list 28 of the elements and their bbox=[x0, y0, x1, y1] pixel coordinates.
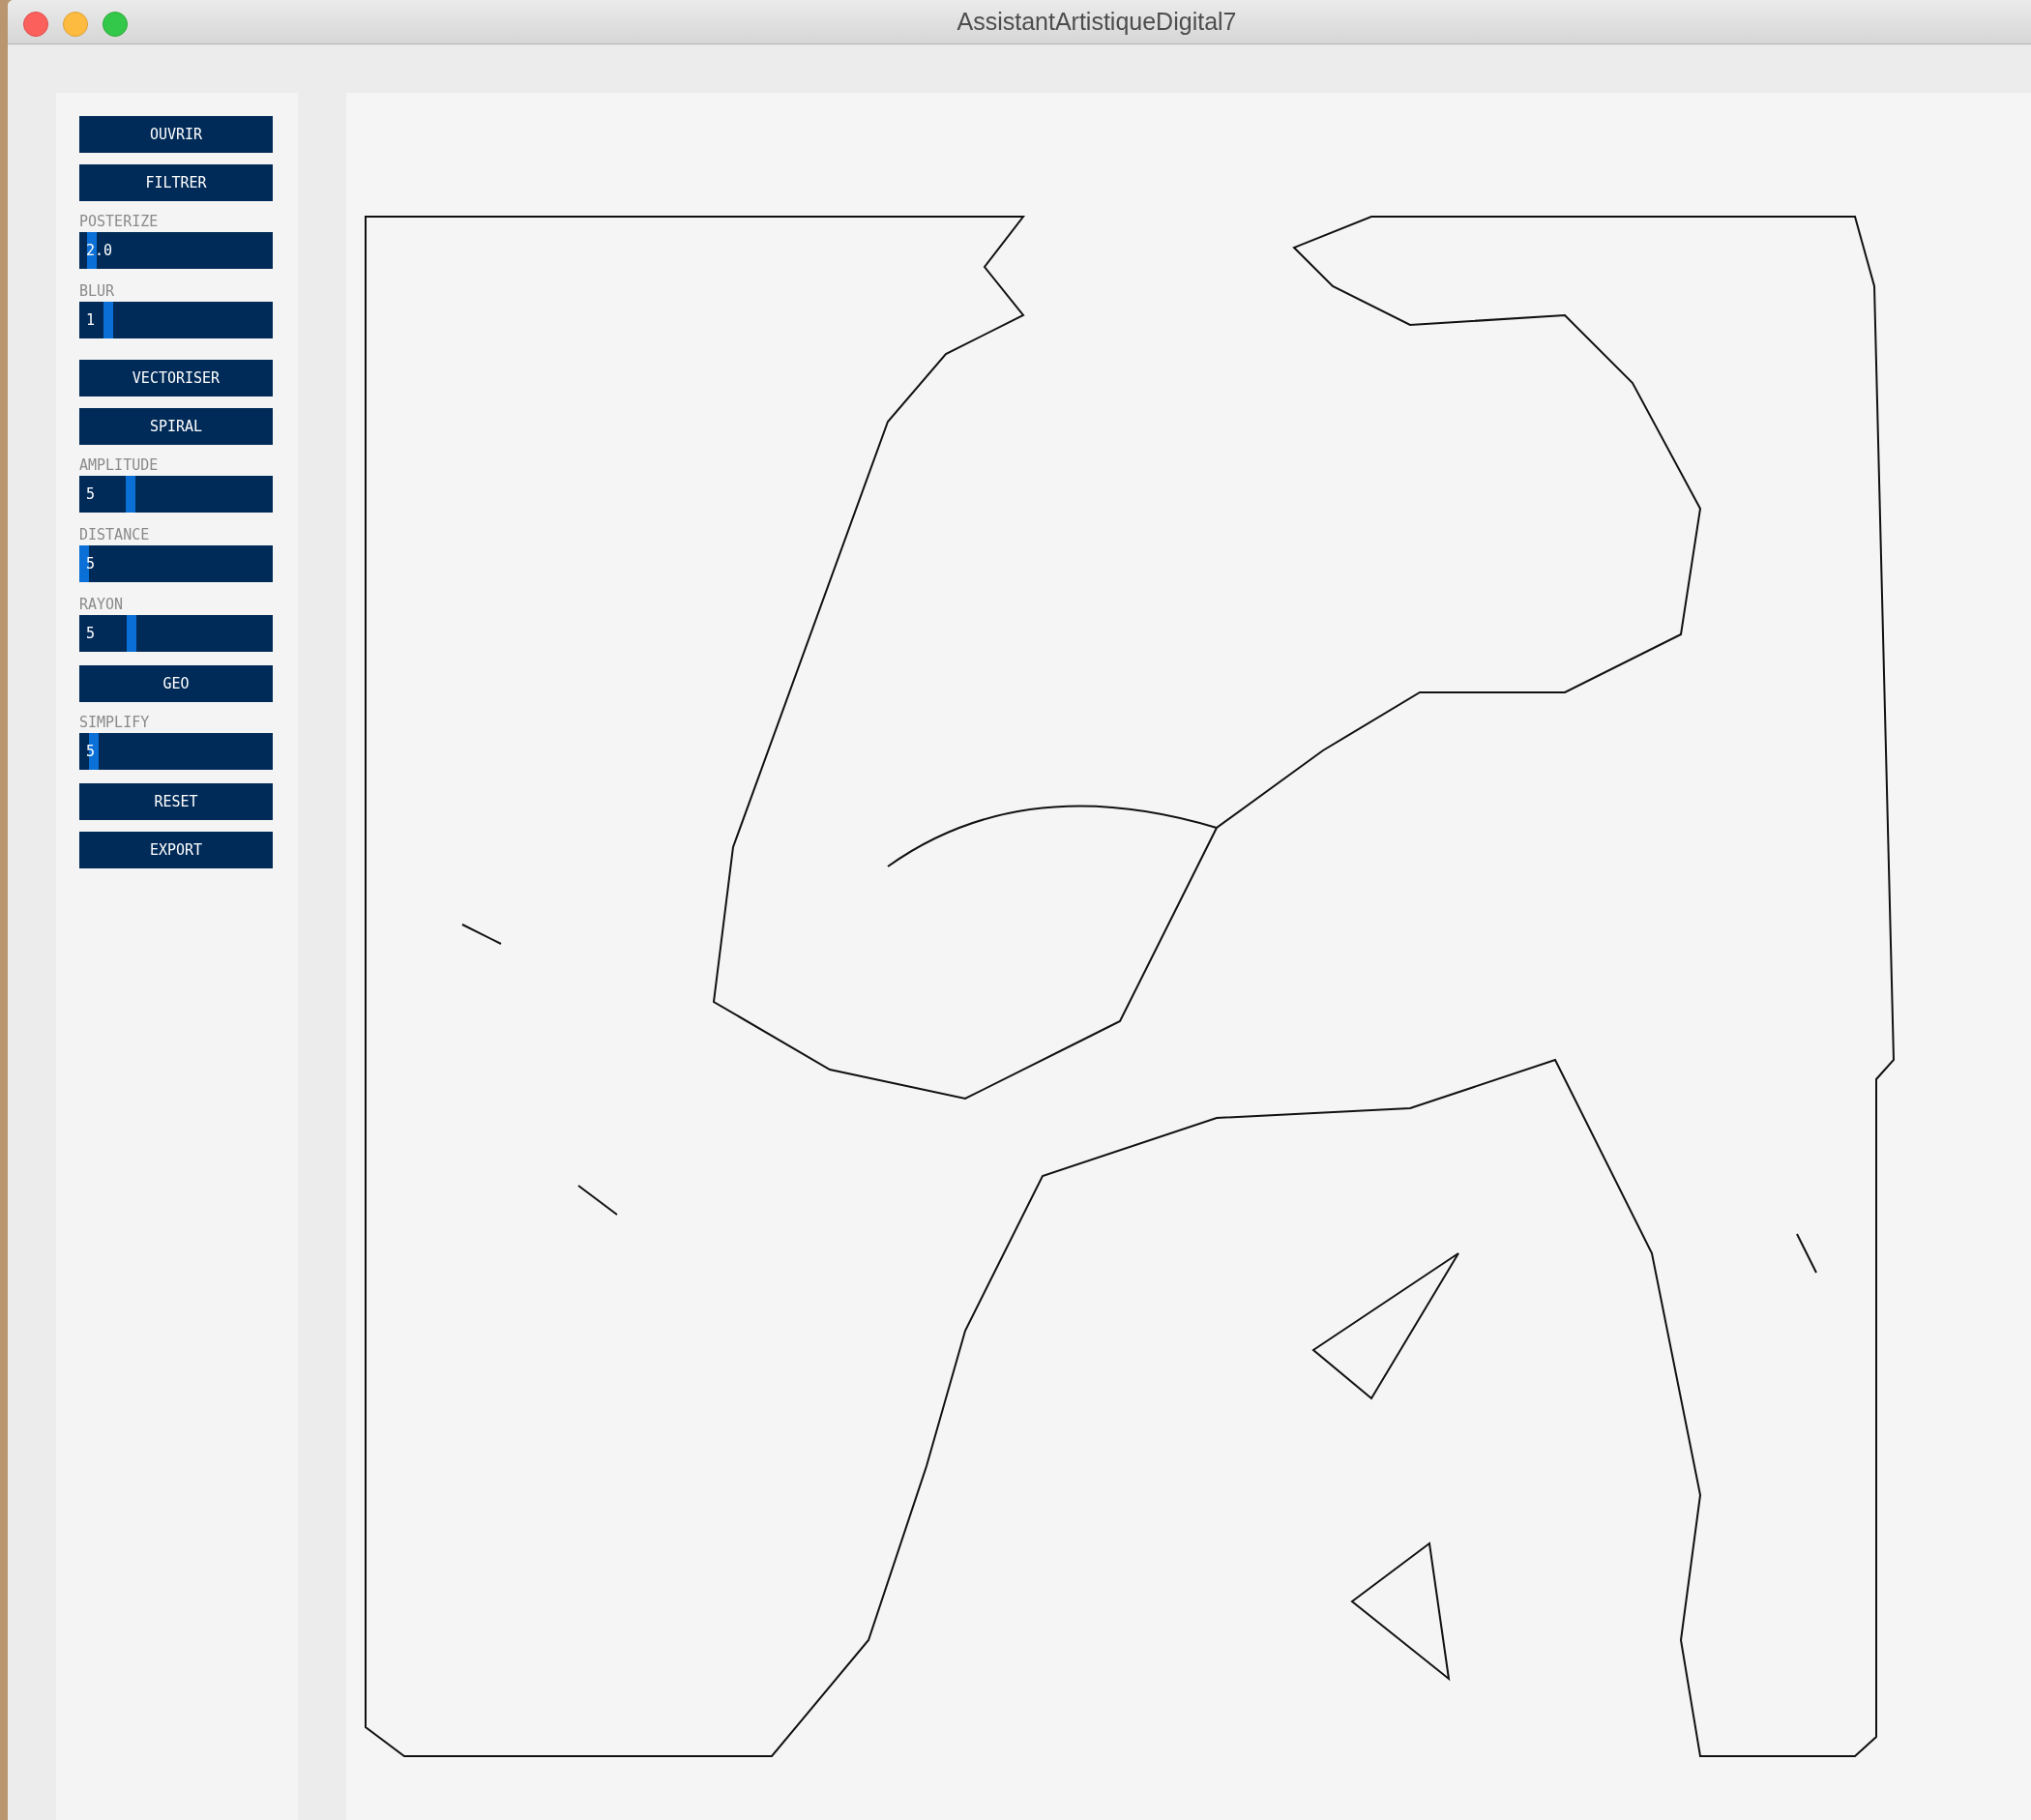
slider[interactable]: 5 bbox=[79, 615, 273, 652]
action-button[interactable]: RESET bbox=[79, 783, 273, 820]
slider-label: AMPLITUDE bbox=[79, 456, 159, 474]
slider-label: SIMPLIFY bbox=[79, 714, 150, 731]
slider[interactable]: 1 bbox=[79, 302, 273, 338]
slider-thumb[interactable] bbox=[103, 302, 113, 338]
action-button[interactable]: GEO bbox=[79, 665, 273, 702]
minimize-icon[interactable] bbox=[63, 12, 88, 37]
action-button[interactable]: FILTRER bbox=[79, 164, 273, 201]
slider[interactable]: 5 bbox=[79, 733, 273, 770]
slider-thumb[interactable] bbox=[88, 733, 99, 770]
slider-label: DISTANCE bbox=[79, 526, 150, 543]
slider-label: RAYON bbox=[79, 596, 124, 613]
action-button[interactable]: VECTORISER bbox=[79, 360, 273, 396]
zoom-icon[interactable] bbox=[103, 12, 128, 37]
action-button[interactable]: EXPORT bbox=[79, 832, 273, 868]
slider[interactable]: 2.0 bbox=[79, 232, 273, 269]
slider-thumb[interactable] bbox=[125, 476, 135, 513]
slider[interactable]: 5 bbox=[79, 476, 273, 513]
slider-thumb[interactable] bbox=[79, 545, 89, 582]
slider-label: BLUR bbox=[79, 282, 115, 300]
close-icon[interactable] bbox=[23, 12, 48, 37]
action-button[interactable]: SPIRAL bbox=[79, 408, 273, 445]
slider-thumb[interactable] bbox=[127, 615, 137, 652]
slider-label: POSTERIZE bbox=[79, 213, 159, 230]
slider[interactable]: 5 bbox=[79, 545, 273, 582]
action-button[interactable]: OUVRIR bbox=[79, 116, 273, 153]
window-title: AssistantArtistiqueDigital7 bbox=[957, 8, 1237, 36]
